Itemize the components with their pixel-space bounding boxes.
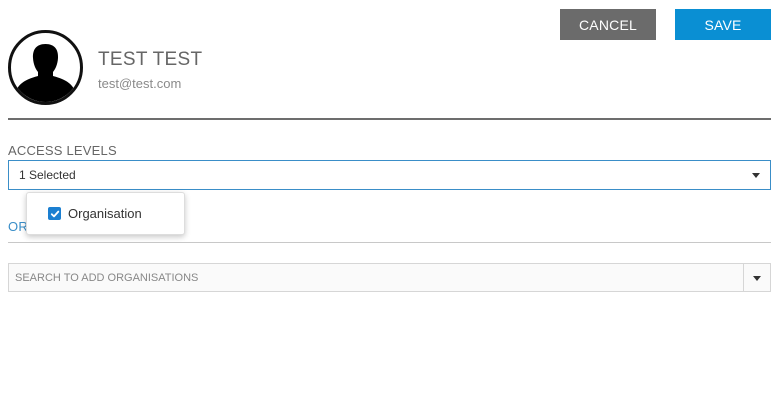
section-divider	[8, 118, 771, 120]
organisations-divider	[8, 242, 771, 243]
user-edit-page: CANCEL SAVE TEST TEST test@test.com ACCE…	[0, 0, 777, 407]
save-button[interactable]: SAVE	[675, 9, 771, 40]
organisation-search-input[interactable]	[9, 264, 743, 291]
user-silhouette-icon	[15, 44, 76, 102]
access-levels-label: ACCESS LEVELS	[8, 143, 117, 158]
user-name: TEST TEST	[98, 49, 203, 70]
access-levels-dropdown-menu: Organisation	[26, 192, 185, 235]
access-levels-selected-value: 1 Selected	[19, 168, 76, 182]
organisation-checkbox[interactable]	[48, 207, 61, 220]
caret-down-icon	[753, 276, 761, 281]
user-email: test@test.com	[98, 76, 182, 91]
dropdown-option-organisation[interactable]: Organisation	[68, 206, 142, 221]
cancel-button[interactable]: CANCEL	[560, 9, 656, 40]
avatar	[8, 30, 83, 105]
caret-down-icon	[752, 173, 760, 178]
organisation-search-toggle[interactable]	[743, 264, 770, 291]
access-levels-select[interactable]: 1 Selected	[8, 160, 771, 190]
checkmark-icon	[50, 210, 59, 217]
organisation-search	[8, 263, 771, 292]
